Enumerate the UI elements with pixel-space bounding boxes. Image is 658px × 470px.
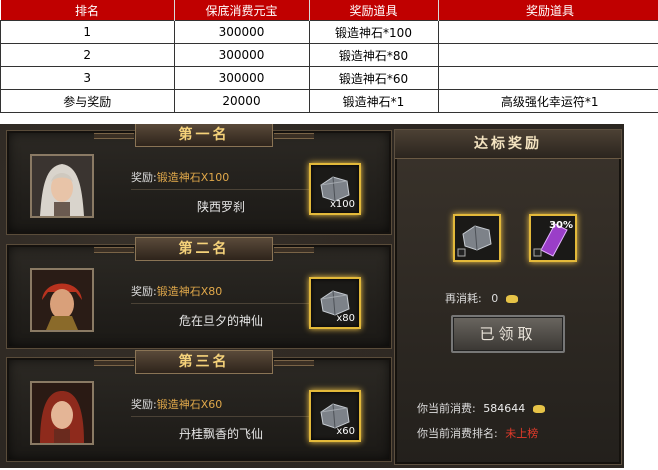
my-spend-value: 584644: [483, 402, 526, 415]
cell: 300000: [173, 43, 310, 67]
ingot-icon: [505, 295, 518, 303]
forging-stone-slot[interactable]: [453, 214, 501, 262]
player-avatar: [30, 154, 94, 218]
item-quantity: x60: [336, 426, 355, 437]
cell: 锻造神石*60: [308, 66, 439, 90]
luck-charm-badge: 30%: [549, 220, 573, 231]
cell: [437, 20, 658, 44]
reward-line: 奖励:锻造神石X100: [131, 169, 229, 185]
cell: 300000: [173, 66, 310, 90]
reward-table: 排名 保底消费元宝 奖励道具 奖励道具 1 300000 锻造神石*100 2 …: [0, 0, 658, 113]
cell: 300000: [173, 20, 310, 44]
cell: 锻造神石*100: [308, 20, 439, 44]
reward-prefix: 奖励:: [131, 285, 157, 298]
my-rank-label: 你当前消费排名:: [417, 427, 498, 440]
header-min-spend: 保底消费元宝: [173, 0, 309, 21]
player-avatar: [30, 381, 94, 445]
reward-item: 锻造神石X80: [156, 285, 223, 298]
table-header-row: 排名 保底消费元宝 奖励道具 奖励道具: [0, 0, 658, 21]
reward-prefix: 奖励:: [131, 171, 157, 184]
player-name: 危在旦夕的神仙: [178, 314, 263, 328]
luck-charm-slot[interactable]: 30%: [529, 214, 577, 262]
reward-item: 锻造神石X60: [156, 398, 223, 411]
cell: 参与奖励: [0, 89, 175, 113]
divider: [131, 189, 311, 190]
cell: 3: [0, 66, 175, 90]
cell: 锻造神石*1: [308, 89, 439, 113]
cell: [437, 66, 658, 90]
rank-card-2: 第二名 奖励:锻造神石X80 危在旦夕的神仙 x80: [6, 237, 392, 349]
my-spend-label: 你当前消费:: [417, 402, 476, 415]
reward-line: 奖励:锻造神石X80: [131, 283, 222, 299]
cell: [437, 43, 658, 67]
divider: [131, 303, 311, 304]
cell: 2: [0, 43, 175, 67]
item-quantity: x80: [336, 313, 355, 324]
remaining-cost-label: 再消耗:: [445, 292, 482, 305]
ranking-panel: 第一名 奖励:锻造神石X100 陕西罗刹 x100 第二名 奖励:锻造神石X80…: [0, 124, 624, 468]
cell: 1: [0, 20, 175, 44]
remaining-cost: 再消耗: 0: [445, 290, 518, 306]
table-row: 1 300000 锻造神石*100: [0, 20, 658, 44]
forging-stone-icon: [457, 225, 492, 257]
ingot-icon: [532, 405, 545, 413]
my-spend: 你当前消费: 584644: [417, 400, 545, 416]
table-row: 3 300000 锻造神石*60: [0, 66, 658, 90]
player-name: 丹桂飘香的飞仙: [178, 427, 263, 441]
header-reward-item: 奖励道具: [308, 0, 438, 21]
rank-title: 第二名: [94, 237, 314, 261]
header-rank: 排名: [0, 0, 174, 21]
cell: 高级强化幸运符*1: [437, 89, 658, 113]
player-avatar: [30, 268, 94, 332]
reward-prefix: 奖励:: [131, 398, 157, 411]
header-reward-item-2: 奖励道具: [437, 0, 658, 21]
cell: 锻造神石*80: [308, 43, 439, 67]
rank-card-3: 第三名 奖励:锻造神石X60 丹桂飘香的飞仙 x60: [6, 350, 392, 462]
item-slot[interactable]: x80: [309, 277, 361, 329]
standard-reward-title: 达标奖励: [395, 130, 621, 159]
my-rank-value: 未上榜: [505, 427, 539, 440]
rank-title: 第三名: [94, 350, 314, 374]
table-row: 参与奖励 20000 锻造神石*1 高级强化幸运符*1: [0, 89, 658, 113]
standard-reward-panel: 达标奖励 30% 再消耗: 0 已领取 你当前消费: 584644 你当前消费排…: [394, 129, 622, 465]
rank-card-1: 第一名 奖励:锻造神石X100 陕西罗刹 x100: [6, 124, 392, 235]
item-slot[interactable]: x100: [309, 163, 361, 215]
remaining-cost-value: 0: [491, 292, 499, 305]
my-rank: 你当前消费排名: 未上榜: [417, 425, 538, 441]
cell: 20000: [173, 89, 310, 113]
reward-item: 锻造神石X100: [156, 171, 230, 184]
rank-title: 第一名: [94, 124, 314, 147]
divider: [131, 416, 311, 417]
player-name: 陕西罗刹: [196, 200, 245, 214]
reward-line: 奖励:锻造神石X60: [131, 396, 222, 412]
table-row: 2 300000 锻造神石*80: [0, 43, 658, 67]
item-slot[interactable]: x60: [309, 390, 361, 442]
item-quantity: x100: [329, 199, 355, 210]
claim-button[interactable]: 已领取: [451, 315, 565, 353]
